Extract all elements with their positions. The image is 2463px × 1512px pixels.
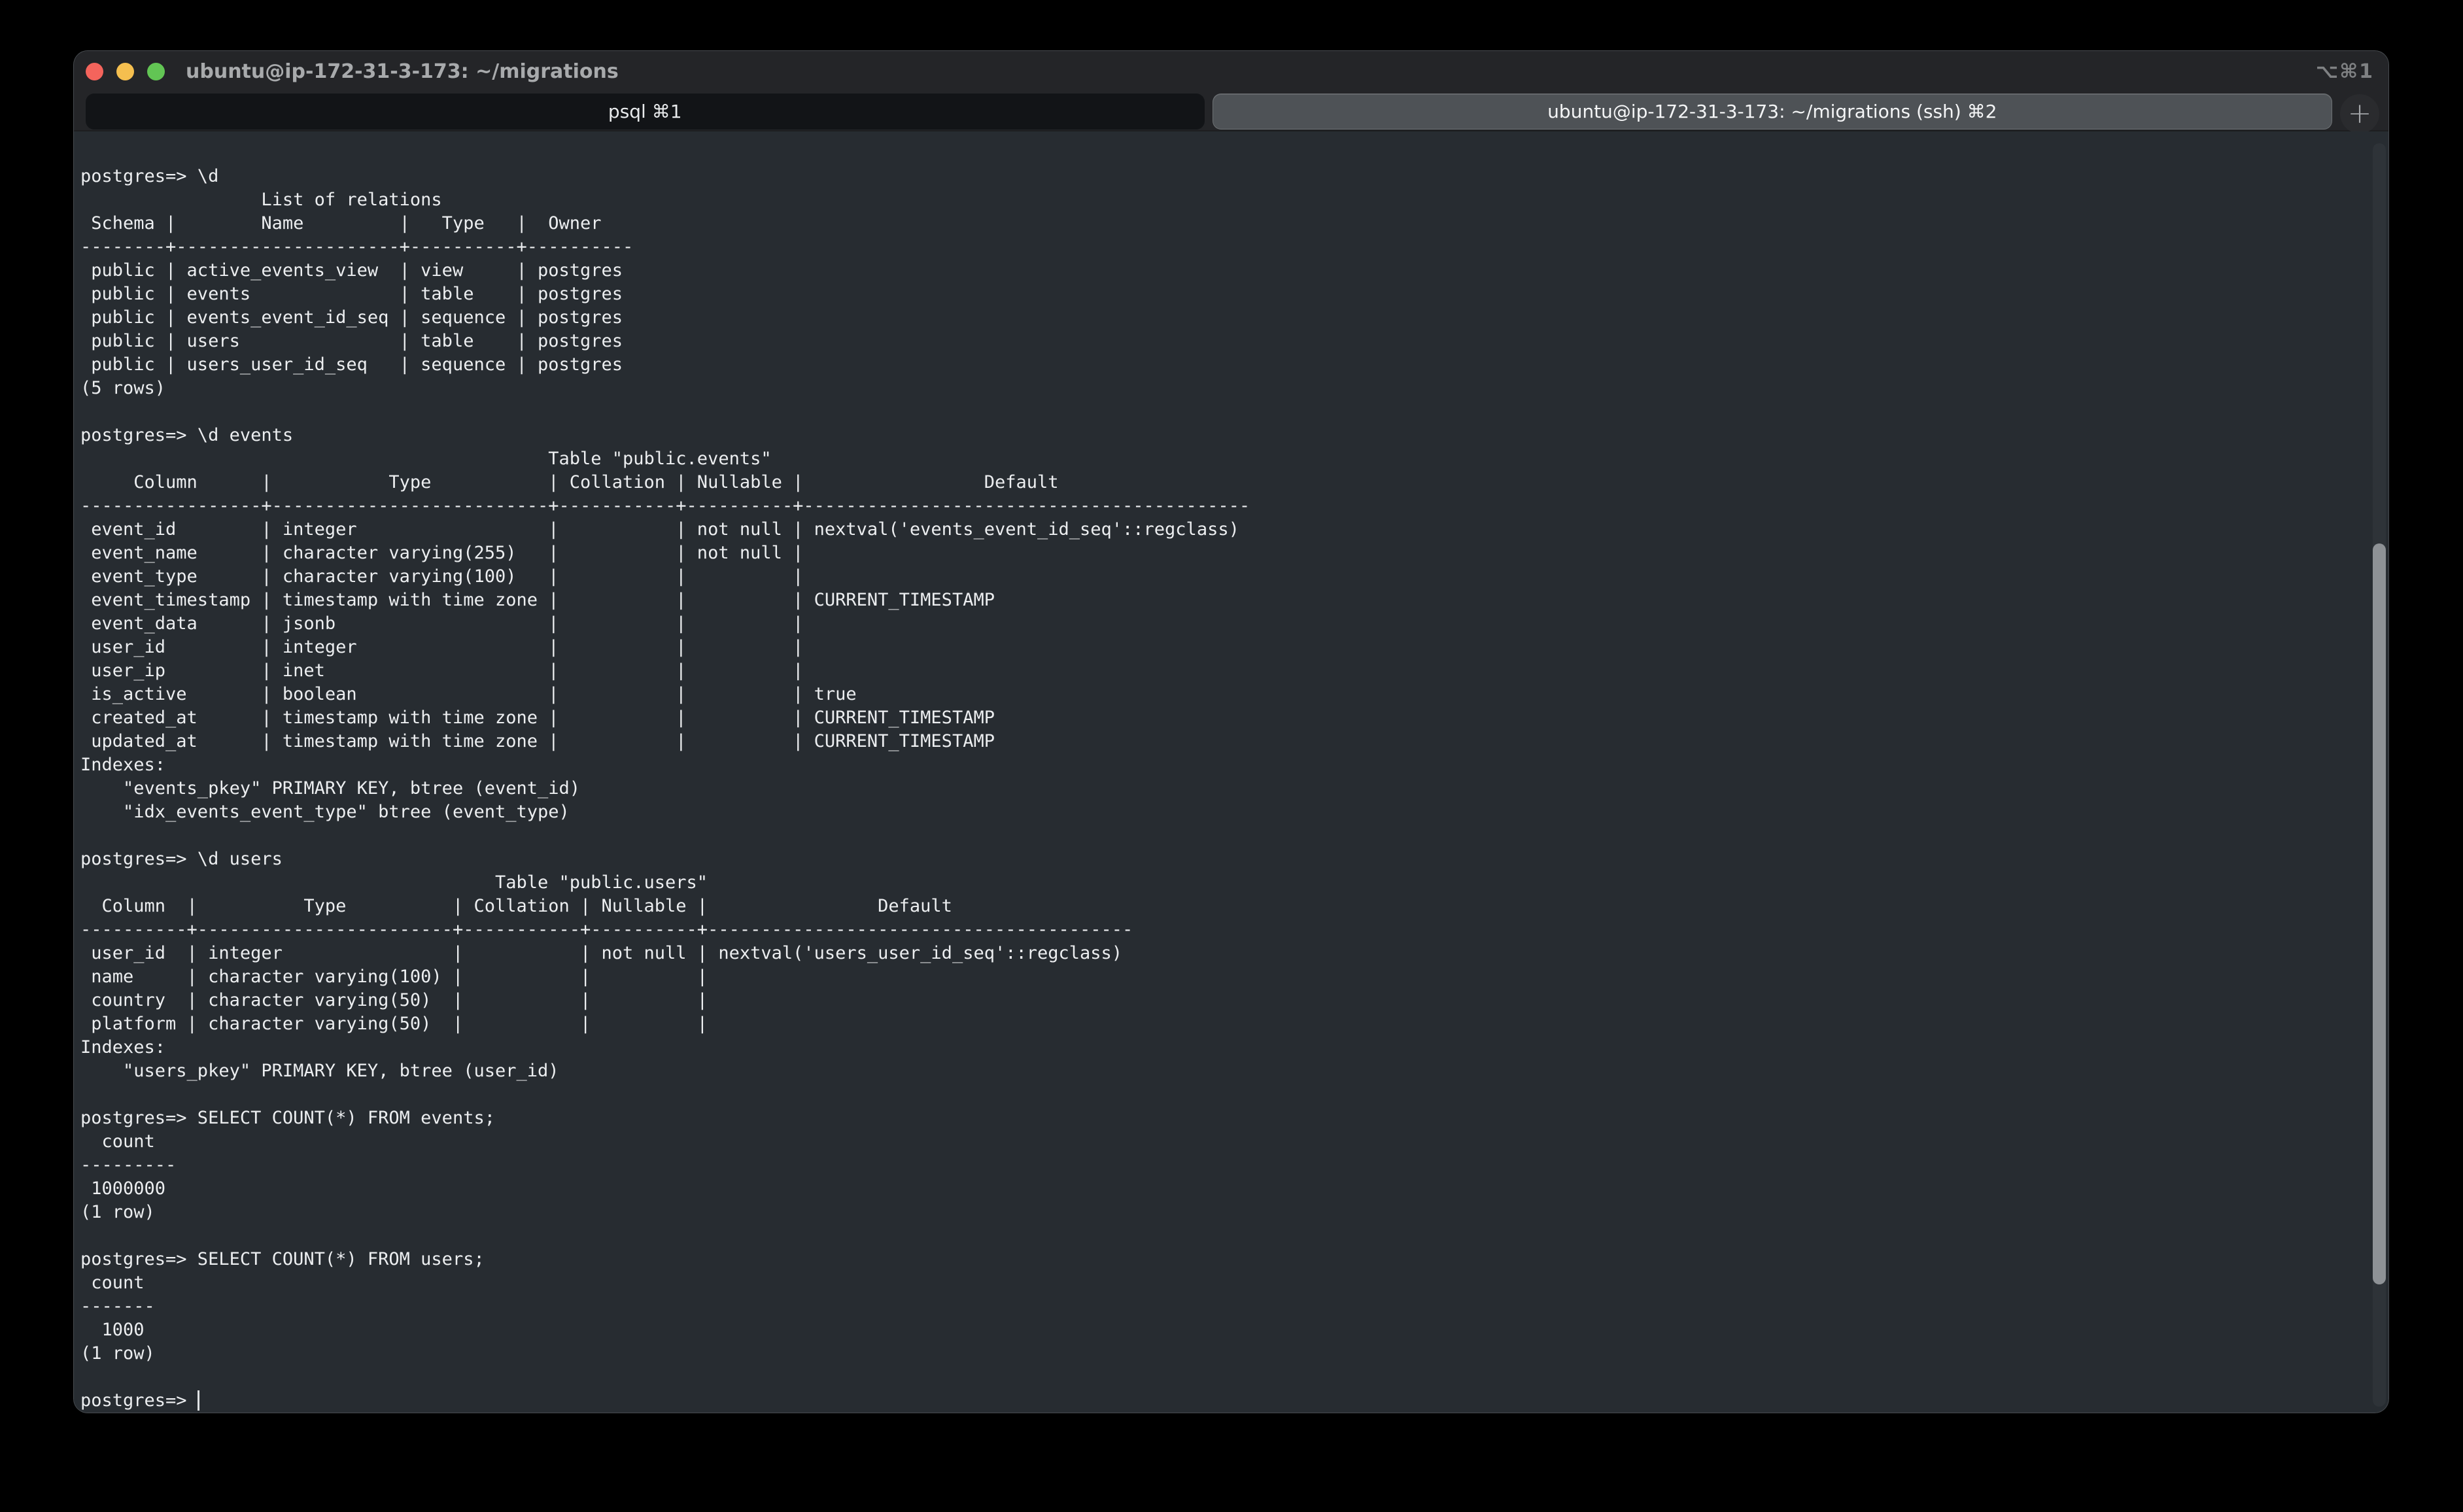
traffic-lights: [86, 63, 165, 80]
window-titlebar[interactable]: ubuntu@ip-172-31-3-173: ~/migrations ⌥⌘1: [74, 51, 2388, 92]
minimize-window-button[interactable]: [116, 63, 134, 80]
terminal-cursor: [198, 1390, 199, 1411]
tab-bar: psql ⌘1 ubuntu@ip-172-31-3-173: ~/migrat…: [74, 92, 2388, 131]
keyboard-shortcut-hint: ⌥⌘1: [2316, 60, 2374, 83]
tab-ssh-session[interactable]: ubuntu@ip-172-31-3-173: ~/migrations (ss…: [1213, 94, 2333, 129]
plus-icon: +: [2348, 99, 2372, 128]
scrollbar-track[interactable]: [2373, 143, 2386, 1407]
tab-ssh-session-label: ubuntu@ip-172-31-3-173: ~/migrations (ss…: [1547, 101, 1997, 122]
window-title: ubuntu@ip-172-31-3-173: ~/migrations: [186, 60, 619, 83]
close-window-button[interactable]: [86, 63, 103, 80]
tab-psql-label: psql ⌘1: [608, 101, 682, 122]
scrollbar-thumb[interactable]: [2373, 543, 2386, 1284]
terminal-screen[interactable]: postgres=> \d List of relations Schema |…: [74, 131, 2388, 1413]
terminal-window: ubuntu@ip-172-31-3-173: ~/migrations ⌥⌘1…: [73, 50, 2389, 1413]
terminal-output: postgres=> \d List of relations Schema |…: [80, 165, 1250, 1413]
zoom-window-button[interactable]: [147, 63, 165, 80]
desktop-background: ubuntu@ip-172-31-3-173: ~/migrations ⌥⌘1…: [0, 0, 2463, 1512]
tab-psql[interactable]: psql ⌘1: [86, 94, 1205, 129]
new-tab-button[interactable]: +: [2340, 94, 2379, 133]
